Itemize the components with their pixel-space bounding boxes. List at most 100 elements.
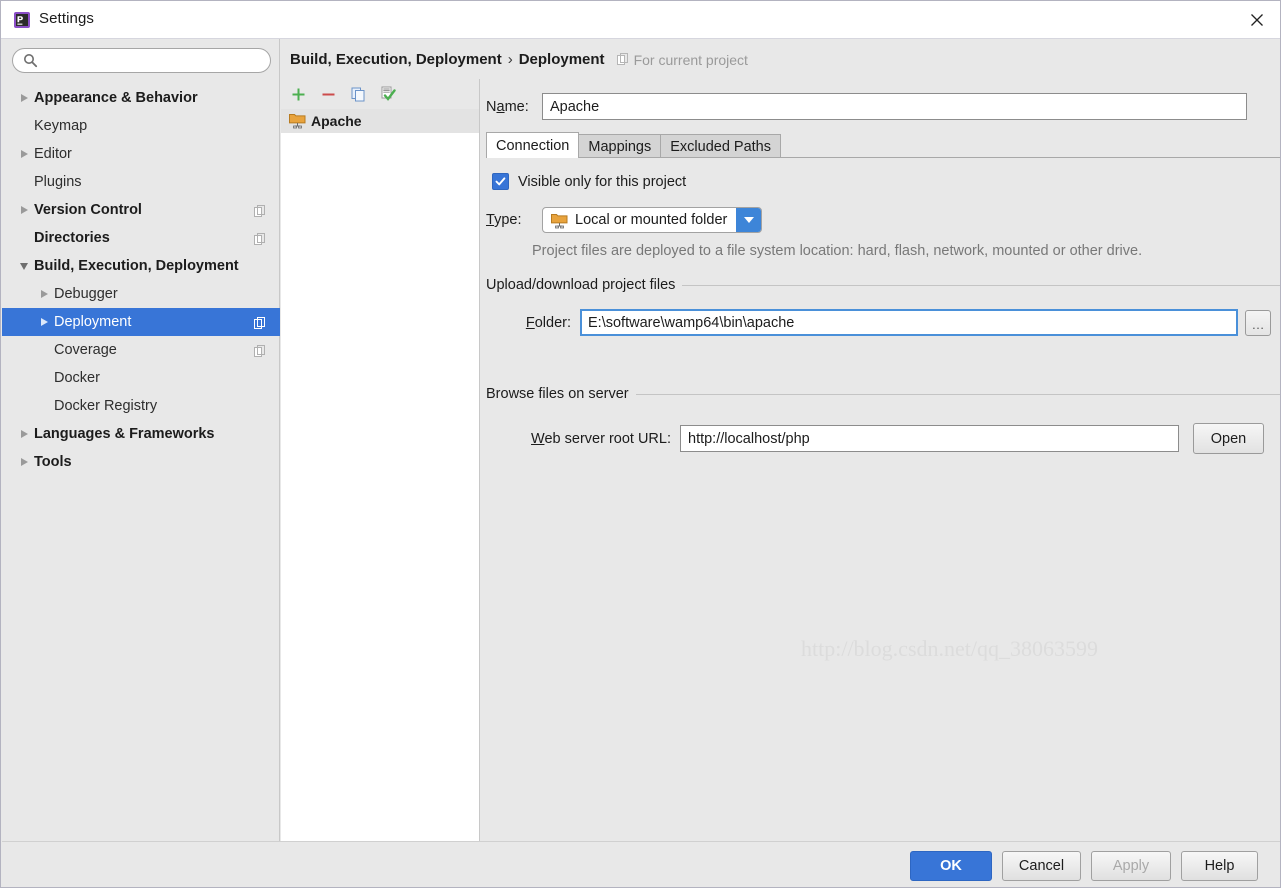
folder-row: Folder: … bbox=[486, 309, 1271, 336]
chevron-down-icon[interactable] bbox=[14, 256, 34, 276]
sidebar-item-docker[interactable]: Docker bbox=[2, 364, 280, 392]
servers-pane: Apache bbox=[281, 79, 480, 844]
sidebar-item-languages-frameworks[interactable]: Languages & Frameworks bbox=[2, 420, 280, 448]
deployment-editor: Name: ConnectionMappingsExcluded Paths V… bbox=[480, 79, 1280, 844]
sidebar-item-label: Appearance & Behavior bbox=[34, 90, 198, 106]
chevron-down-icon[interactable] bbox=[736, 208, 762, 232]
chevron-right-icon[interactable] bbox=[34, 312, 54, 332]
remove-server-button[interactable] bbox=[319, 85, 337, 103]
tab-mappings[interactable]: Mappings bbox=[578, 134, 662, 158]
help-button[interactable]: Help bbox=[1181, 851, 1258, 881]
settings-dialog: Settings Appearance & Behavior Keymap Edit… bbox=[0, 0, 1281, 888]
phpstorm-icon bbox=[14, 12, 30, 28]
server-name-label: Apache bbox=[311, 113, 362, 129]
sidebar-item-label: Tools bbox=[34, 454, 72, 470]
ok-button[interactable]: OK bbox=[910, 851, 992, 881]
sidebar-item-label: Coverage bbox=[54, 342, 117, 358]
project-scope-icon bbox=[254, 232, 266, 250]
type-hint-text: Project files are deployed to a file sys… bbox=[532, 243, 1143, 259]
type-combobox[interactable]: Local or mounted folder bbox=[542, 207, 763, 233]
project-scope-icon bbox=[254, 316, 266, 334]
breadcrumb-parent[interactable]: Build, Execution, Deployment bbox=[290, 51, 502, 68]
sidebar-item-docker-registry[interactable]: Docker Registry bbox=[2, 392, 280, 420]
sidebar-item-label: Version Control bbox=[34, 202, 142, 218]
project-scope-icon bbox=[254, 204, 266, 222]
window-title: Settings bbox=[39, 10, 94, 27]
chevron-right-icon[interactable] bbox=[14, 200, 34, 220]
type-label: Type: bbox=[486, 212, 522, 228]
chevron-right-icon[interactable] bbox=[14, 144, 34, 164]
chevron-right-icon[interactable] bbox=[14, 88, 34, 108]
breadcrumb-current: Deployment bbox=[518, 51, 605, 68]
browse-group-title: Browse files on server bbox=[486, 386, 629, 402]
add-server-button[interactable] bbox=[289, 85, 307, 103]
web-url-label: Web server root URL: bbox=[531, 430, 671, 447]
type-combobox-value: Local or mounted folder bbox=[575, 212, 728, 228]
cancel-button[interactable]: Cancel bbox=[1002, 851, 1081, 881]
arrow-glyph bbox=[20, 94, 28, 102]
copy-server-button[interactable] bbox=[349, 85, 367, 103]
web-url-input[interactable] bbox=[680, 425, 1179, 452]
deployment-folder-icon bbox=[289, 112, 306, 134]
sidebar-item-plugins[interactable]: Plugins bbox=[2, 168, 280, 196]
settings-tree[interactable]: Appearance & Behavior Keymap Editor Plugins… bbox=[2, 84, 280, 476]
sidebar-item-label: Editor bbox=[34, 146, 72, 162]
sidebar-item-debugger[interactable]: Debugger bbox=[2, 280, 280, 308]
project-scope-icon bbox=[616, 52, 629, 68]
tab-underline bbox=[486, 157, 1280, 158]
sidebar-item-directories[interactable]: Directories bbox=[2, 224, 280, 252]
connection-tabs[interactable]: Connection Mappings Excluded Paths bbox=[486, 132, 1280, 158]
tab-connection[interactable]: Connection bbox=[486, 132, 580, 158]
arrow-glyph bbox=[20, 206, 28, 214]
chevron-right-icon[interactable] bbox=[34, 284, 54, 304]
server-list-item-apache[interactable]: Apache bbox=[281, 109, 479, 133]
sidebar-item-label: Directories bbox=[34, 230, 110, 246]
chevron-right-icon[interactable] bbox=[14, 452, 34, 472]
group-divider bbox=[682, 284, 1280, 286]
open-button[interactable]: Open bbox=[1193, 423, 1264, 454]
servers-toolbar bbox=[281, 79, 479, 109]
arrow-glyph bbox=[20, 430, 28, 438]
set-default-button[interactable] bbox=[379, 85, 397, 103]
sidebar-item-deployment[interactable]: Deployment bbox=[2, 308, 280, 336]
folder-browse-button[interactable]: … bbox=[1245, 309, 1271, 336]
search-box[interactable] bbox=[12, 48, 271, 73]
sidebar-item-build-execution-deployment[interactable]: Build, Execution, Deployment bbox=[2, 252, 280, 280]
project-scope-text: For current project bbox=[633, 51, 748, 68]
settings-sidebar: Appearance & Behavior Keymap Editor Plugins… bbox=[2, 39, 280, 844]
title-bar: Settings bbox=[1, 1, 1280, 39]
sidebar-item-label: Deployment bbox=[54, 314, 132, 330]
apply-button[interactable]: Apply bbox=[1091, 851, 1171, 881]
visible-only-checkbox[interactable] bbox=[492, 173, 509, 190]
sidebar-item-version-control[interactable]: Version Control bbox=[2, 196, 280, 224]
server-name-input[interactable] bbox=[542, 93, 1247, 120]
sidebar-item-label: Languages & Frameworks bbox=[34, 426, 215, 442]
folder-input[interactable] bbox=[580, 309, 1238, 336]
breadcrumb-separator: › bbox=[507, 51, 513, 68]
close-icon[interactable] bbox=[1234, 1, 1280, 38]
sidebar-item-label: Docker Registry bbox=[54, 398, 158, 414]
deployment-folder-icon bbox=[551, 212, 568, 229]
sidebar-item-appearance-behavior[interactable]: Appearance & Behavior bbox=[2, 84, 280, 112]
chevron-right-icon[interactable] bbox=[14, 424, 34, 444]
sidebar-item-keymap[interactable]: Keymap bbox=[2, 112, 280, 140]
sidebar-item-label: Debugger bbox=[54, 286, 118, 302]
visible-only-row[interactable]: Visible only for this project bbox=[492, 173, 686, 190]
arrow-glyph bbox=[40, 290, 48, 298]
sidebar-item-editor[interactable]: Editor bbox=[2, 140, 280, 168]
web-url-row: Web server root URL: Open bbox=[486, 423, 1264, 454]
search-input[interactable] bbox=[12, 48, 271, 73]
project-scope-label: For current project bbox=[616, 51, 748, 68]
dialog-footer: OK Cancel Apply Help bbox=[2, 841, 1280, 886]
project-scope-icon bbox=[254, 344, 266, 362]
tab-excluded-paths[interactable]: Excluded Paths bbox=[660, 134, 781, 158]
sidebar-item-label: Plugins bbox=[34, 174, 82, 190]
sidebar-item-label: Build, Execution, Deployment bbox=[34, 258, 239, 274]
sidebar-item-coverage[interactable]: Coverage bbox=[2, 336, 280, 364]
browse-group-header: Browse files on server bbox=[486, 386, 1280, 402]
sidebar-item-tools[interactable]: Tools bbox=[2, 448, 280, 476]
